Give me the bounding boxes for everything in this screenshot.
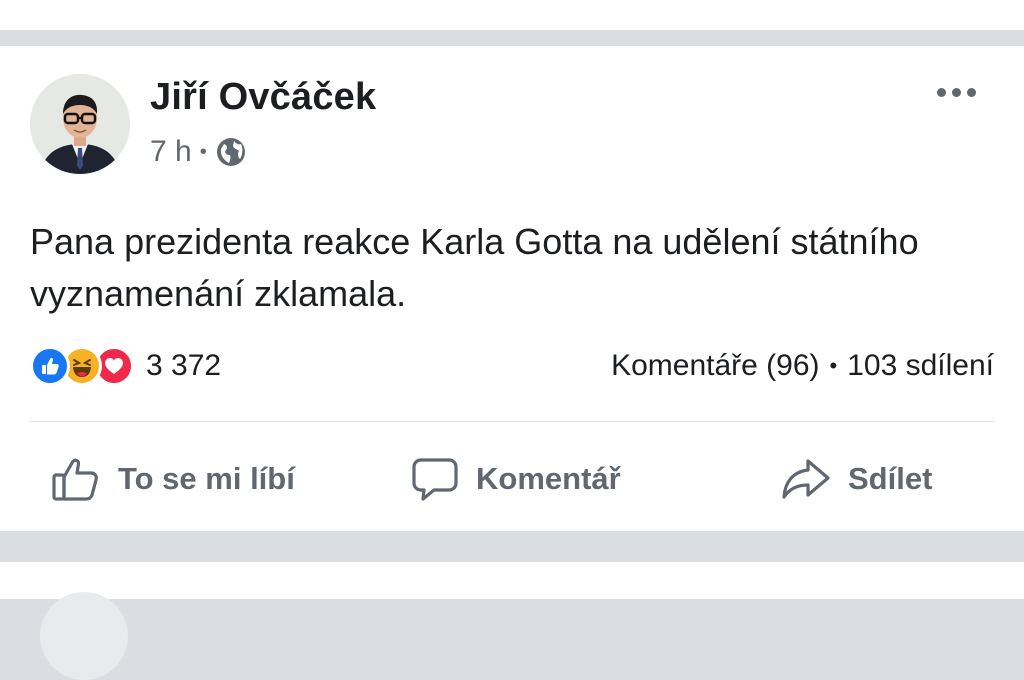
action-divider	[30, 421, 994, 422]
next-post-edge	[0, 562, 1024, 680]
comments-count-link[interactable]: Komentáře (96)	[611, 349, 819, 383]
author-name[interactable]: Jiří Ovčáček	[150, 76, 376, 119]
like-button-label: To se mi líbí	[118, 461, 295, 496]
post-meta: 7 h •	[150, 132, 247, 172]
post-text: Pana prezidenta reakce Karla Gotta na ud…	[30, 221, 919, 314]
share-button-label: Sdílet	[848, 461, 933, 496]
share-button[interactable]: Sdílet	[780, 446, 932, 512]
globe-icon	[215, 136, 247, 168]
post-card: Jiří Ovčáček 7 h • Pana prezidenta reakc…	[0, 46, 1024, 531]
post-timestamp[interactable]: 7 h	[150, 135, 192, 169]
comment-button[interactable]: Komentář	[410, 446, 621, 512]
author-avatar[interactable]	[30, 74, 130, 174]
comment-bubble-icon	[410, 454, 460, 504]
post-stats: Komentáře (96) • 103 sdílení	[611, 344, 994, 388]
comment-button-label: Komentář	[476, 461, 621, 496]
shares-count-link[interactable]: 103 sdílení	[847, 349, 994, 383]
reactions-summary[interactable]: 3 372	[30, 344, 221, 388]
more-options-icon[interactable]	[933, 78, 980, 107]
like-reaction-icon	[30, 346, 70, 386]
thumbs-up-icon	[50, 453, 102, 505]
action-bar: To se mi líbí Komentář Sdílet	[0, 446, 1024, 512]
stats-separator: •	[829, 353, 838, 378]
share-arrow-icon	[780, 453, 832, 505]
reactions-count: 3 372	[146, 349, 222, 382]
next-post-avatar	[40, 592, 128, 680]
like-button[interactable]: To se mi líbí	[50, 446, 295, 512]
avatar-photo	[30, 74, 130, 174]
meta-separator: •	[199, 140, 207, 163]
previous-post-edge	[0, 0, 1024, 30]
reaction-icons	[30, 346, 134, 386]
